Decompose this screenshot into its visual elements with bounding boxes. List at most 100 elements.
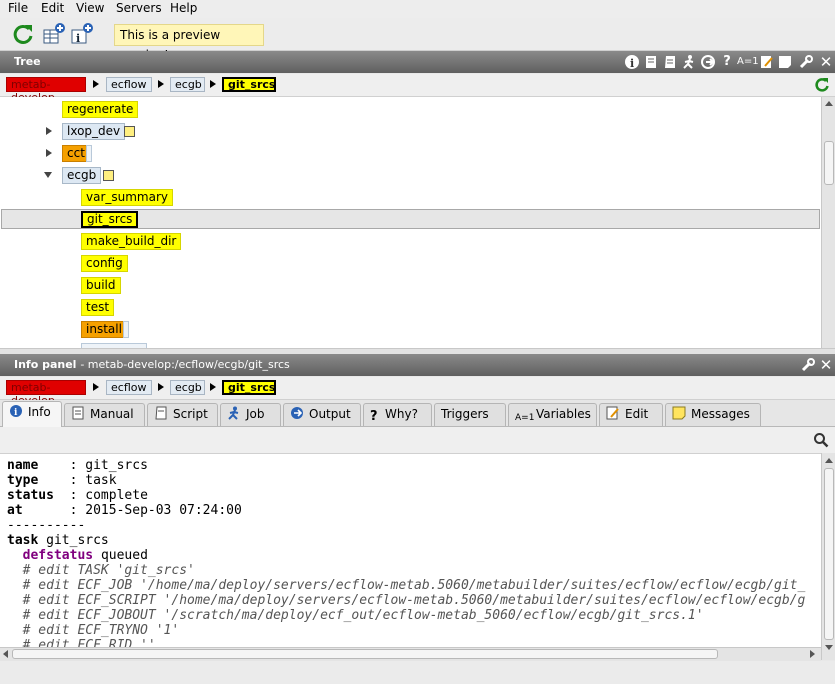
crumb-suite[interactable]: ecflow bbox=[106, 380, 152, 395]
search-icon[interactable] bbox=[813, 432, 829, 451]
settings-icon[interactable] bbox=[798, 54, 814, 70]
tab-messages[interactable]: Messages bbox=[665, 403, 761, 426]
definition-defstatus-line: defstatus queued bbox=[22, 548, 148, 563]
menu-servers[interactable]: Servers bbox=[116, 1, 162, 15]
tree-node-build[interactable]: build bbox=[81, 277, 121, 294]
add-table-view-icon[interactable] bbox=[42, 22, 66, 46]
manual-icon bbox=[71, 406, 85, 420]
info-vscrollbar[interactable] bbox=[821, 453, 835, 660]
tree-refresh-icon[interactable] bbox=[814, 77, 830, 96]
definition-comment: # edit ECF_JOB '/home/ma/deploy/servers/… bbox=[22, 578, 806, 593]
definition-comment: # edit ECF_SCRIPT '/home/ma/deploy/serve… bbox=[22, 593, 806, 608]
tree-vscrollbar[interactable] bbox=[821, 97, 835, 348]
menu-file[interactable]: File bbox=[8, 1, 28, 15]
crumb-task[interactable]: git_srcs bbox=[222, 380, 276, 395]
crumb-task[interactable]: git_srcs bbox=[222, 77, 276, 92]
settings-icon[interactable] bbox=[800, 357, 816, 373]
definition-comment: # edit ECF_TRYNO '1' bbox=[22, 623, 180, 638]
info-hscrollbar[interactable] bbox=[0, 647, 821, 661]
tree-panel-title: Tree bbox=[14, 55, 41, 68]
tree-node-git-srcs[interactable]: git_srcs bbox=[81, 211, 139, 228]
status-bar bbox=[0, 661, 835, 684]
crumb-family[interactable]: ecgb bbox=[170, 77, 205, 92]
variables-icon: A=1 bbox=[515, 413, 535, 423]
info-text-view[interactable]: name : git_srcs type : task status : com… bbox=[0, 453, 821, 648]
scroll-thumb[interactable] bbox=[824, 141, 834, 185]
add-info-view-icon[interactable]: i bbox=[70, 22, 94, 46]
info-icon[interactable]: i bbox=[624, 54, 640, 70]
menu-help[interactable]: Help bbox=[170, 1, 197, 15]
edit-icon[interactable] bbox=[759, 54, 775, 70]
definition-comment: # edit TASK 'git_srcs' bbox=[22, 563, 195, 578]
menu-edit[interactable]: Edit bbox=[41, 1, 64, 15]
info-field-row: type : task bbox=[7, 473, 117, 488]
scroll-thumb[interactable] bbox=[824, 468, 834, 640]
note-icon bbox=[124, 126, 135, 137]
progress-bar bbox=[123, 321, 129, 338]
output-icon bbox=[290, 406, 304, 420]
tab-triggers[interactable]: Triggers bbox=[434, 403, 506, 426]
preview-label: This is a preview version! bbox=[114, 24, 264, 62]
svg-text:i: i bbox=[14, 408, 18, 418]
tree-node-ecgb[interactable]: ecgb bbox=[62, 167, 102, 184]
scroll-up-icon[interactable] bbox=[825, 458, 833, 463]
expand-arrow-icon[interactable] bbox=[46, 149, 52, 157]
tree-panel-titlebar: Tree i ? A=1 ✕ bbox=[0, 51, 835, 73]
tab-manual[interactable]: Manual bbox=[64, 403, 145, 426]
crumb-arrow-icon bbox=[210, 383, 216, 391]
why-icon[interactable]: ? bbox=[719, 54, 735, 70]
scroll-down-icon[interactable] bbox=[825, 645, 833, 650]
collapse-arrow-icon[interactable] bbox=[44, 172, 52, 178]
info-panel-path: - metab-develop:/ecflow/ecgb/git_srcs bbox=[80, 358, 290, 371]
info-field-row: at : 2015-Sep-03 07:24:00 bbox=[7, 503, 242, 518]
scroll-thumb[interactable] bbox=[12, 649, 718, 659]
tree-breadcrumb: metab-develop ecflow ecgb git_srcs bbox=[0, 74, 835, 104]
scroll-left-icon[interactable] bbox=[3, 650, 8, 658]
edit-icon bbox=[606, 406, 620, 420]
variables-icon[interactable]: A=1 bbox=[737, 54, 759, 70]
tree-node-var-summary[interactable]: var_summary bbox=[81, 189, 174, 206]
menubar: File Edit View Servers Help bbox=[0, 0, 835, 18]
script-icon[interactable] bbox=[662, 54, 678, 70]
tab-why[interactable]: ? Why? bbox=[363, 403, 432, 426]
tab-script[interactable]: Script bbox=[147, 403, 218, 426]
tree-node-lxop-dev[interactable]: lxop_dev bbox=[62, 123, 126, 140]
messages-icon bbox=[672, 406, 686, 420]
tree-node-install[interactable]: install bbox=[81, 321, 127, 338]
crumb-family[interactable]: ecgb bbox=[170, 380, 205, 395]
tab-output[interactable]: Output bbox=[283, 403, 361, 426]
output-icon[interactable] bbox=[700, 54, 716, 70]
scroll-up-icon[interactable] bbox=[825, 101, 833, 106]
menu-view[interactable]: View bbox=[76, 1, 104, 15]
tree-node-make-build-dir[interactable]: make_build_dir bbox=[81, 233, 182, 250]
tab-info[interactable]: i Info bbox=[2, 401, 62, 427]
definition-task-line: task git_srcs bbox=[7, 533, 109, 548]
tab-edit[interactable]: Edit bbox=[599, 403, 663, 426]
crumb-arrow-icon bbox=[93, 383, 99, 391]
crumb-suite[interactable]: ecflow bbox=[106, 77, 152, 92]
close-icon[interactable]: ✕ bbox=[818, 357, 834, 373]
tree-view[interactable]: regenerate lxop_dev cct ecgb var_summary… bbox=[0, 97, 821, 348]
note-icon bbox=[103, 170, 114, 181]
job-icon[interactable] bbox=[681, 54, 697, 70]
crumb-server[interactable]: metab-develop bbox=[6, 77, 86, 104]
expand-arrow-icon[interactable] bbox=[46, 127, 52, 135]
messages-icon[interactable] bbox=[777, 54, 793, 70]
scroll-right-icon[interactable] bbox=[810, 650, 815, 658]
info-panel-titlebar: Info panel - metab-develop:/ecflow/ecgb/… bbox=[0, 354, 835, 376]
info-field-row: status : complete bbox=[7, 488, 148, 503]
crumb-arrow-icon bbox=[93, 80, 99, 88]
definition-comment: # edit ECF_JOBOUT '/scratch/ma/deploy/ec… bbox=[22, 608, 704, 623]
info-panel-title: Info panel - metab-develop:/ecflow/ecgb/… bbox=[14, 358, 290, 371]
tree-node-test[interactable]: test bbox=[81, 299, 115, 316]
tab-job[interactable]: Job bbox=[220, 403, 281, 426]
close-icon[interactable]: ✕ bbox=[818, 54, 834, 70]
tree-node-config[interactable]: config bbox=[81, 255, 128, 272]
refresh-icon[interactable] bbox=[11, 22, 35, 46]
tab-variables[interactable]: A=1 Variables bbox=[508, 403, 597, 426]
crumb-server[interactable]: metab-develop bbox=[6, 380, 86, 407]
tree-node-regenerate[interactable]: regenerate bbox=[62, 101, 139, 118]
crumb-arrow-icon bbox=[210, 80, 216, 88]
job-icon bbox=[227, 406, 241, 420]
manual-icon[interactable] bbox=[643, 54, 659, 70]
